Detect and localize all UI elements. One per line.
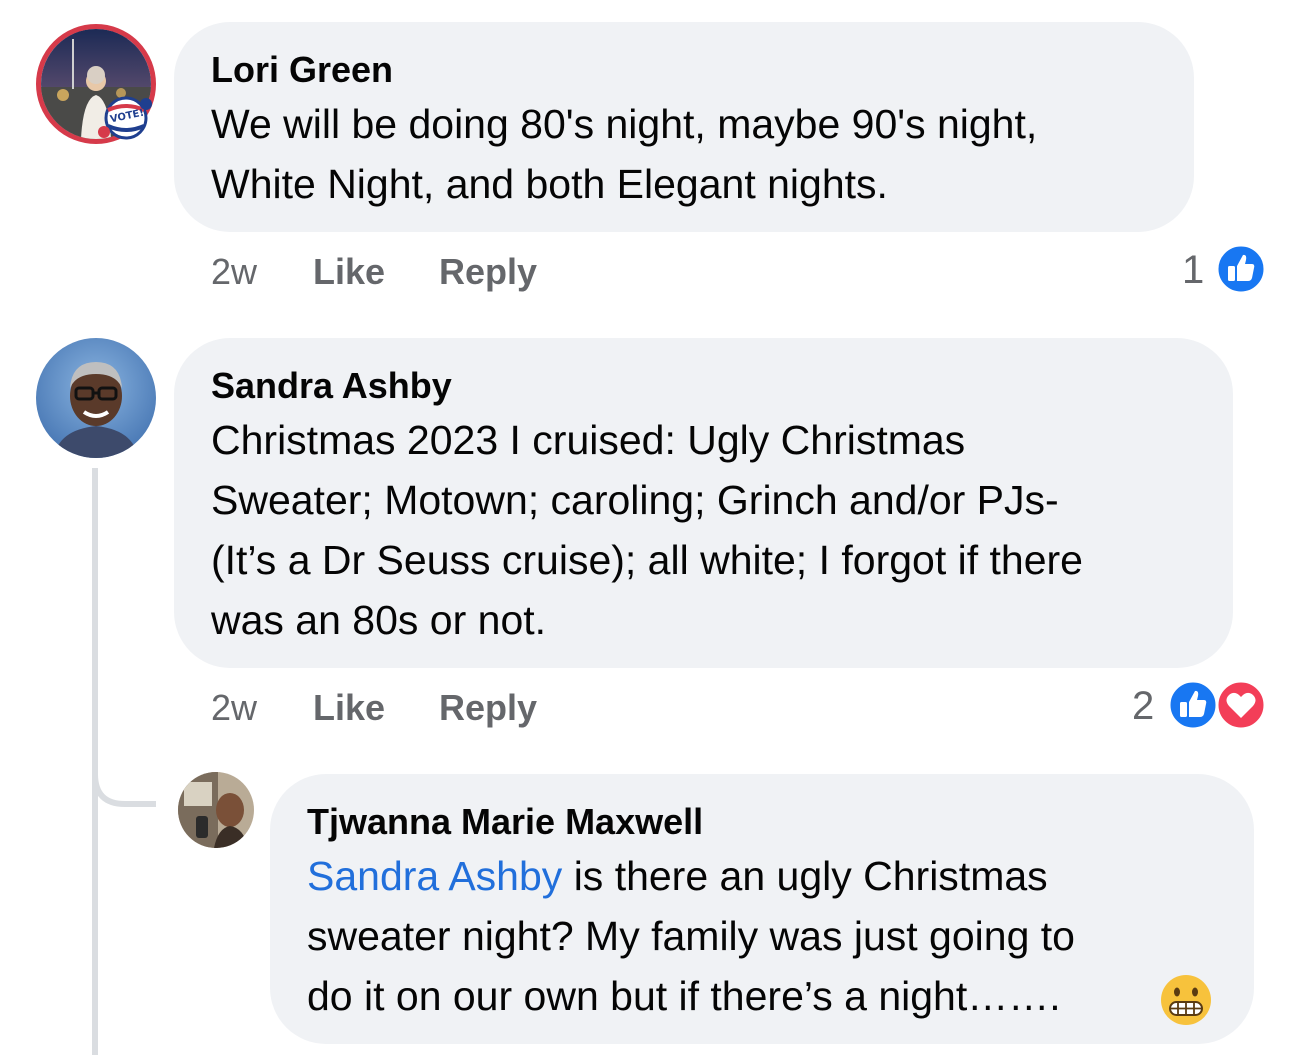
thread-connector: [92, 756, 156, 807]
avatar[interactable]: [178, 772, 254, 848]
reply-text-fragment: is there an ugly Christmas: [562, 853, 1048, 899]
comment-text-line: White Night, and both Elegant nights.: [211, 161, 888, 207]
comment-text-line: We will be doing 80's night, maybe 90's …: [211, 101, 1038, 147]
reply-button[interactable]: Reply: [439, 252, 537, 292]
vote-badge: VOTE!: [96, 94, 154, 142]
comment-author[interactable]: Lori Green: [211, 50, 393, 90]
comment-text-line: was an 80s or not.: [211, 597, 547, 643]
reply-text: Sandra Ashby is there an ugly Christmas …: [307, 846, 1075, 1026]
like-icon[interactable]: [1166, 678, 1220, 732]
comment-text: Christmas 2023 I cruised: Ugly Christmas…: [211, 410, 1083, 650]
comment-text-line: Christmas 2023 I cruised: Ugly Christmas: [211, 417, 966, 463]
reply-text-line: sweater night? My family was just going …: [307, 913, 1075, 959]
reaction-count[interactable]: 2: [1132, 684, 1154, 728]
reaction-count[interactable]: 1: [1182, 248, 1204, 292]
avatar-photo: [178, 772, 254, 848]
avatar[interactable]: [36, 338, 156, 458]
avatar-photo: [36, 338, 156, 458]
like-icon[interactable]: [1214, 242, 1268, 296]
like-button[interactable]: Like: [313, 688, 385, 728]
comment-author[interactable]: Sandra Ashby: [211, 366, 452, 406]
comment-text-line: Sweater; Motown; caroling; Grinch and/or…: [211, 477, 1059, 523]
reply-text-line: do it on our own but if there’s a night……: [307, 973, 1061, 1019]
reply-author[interactable]: Tjwanna Marie Maxwell: [307, 802, 703, 842]
reply-text-line: Sandra Ashby is there an ugly Christmas: [307, 846, 1075, 906]
love-icon[interactable]: [1214, 678, 1268, 732]
comment-timestamp[interactable]: 2w: [211, 688, 257, 728]
comment-text: We will be doing 80's night, maybe 90's …: [211, 94, 1037, 214]
reply-button[interactable]: Reply: [439, 688, 537, 728]
comment-timestamp[interactable]: 2w: [211, 252, 257, 292]
mention-link[interactable]: Sandra Ashby: [307, 853, 562, 899]
comment-text-line: (It’s a Dr Seuss cruise); all white; I f…: [211, 537, 1083, 583]
like-button[interactable]: Like: [313, 252, 385, 292]
grimacing-face-emoji: [1158, 972, 1214, 1028]
